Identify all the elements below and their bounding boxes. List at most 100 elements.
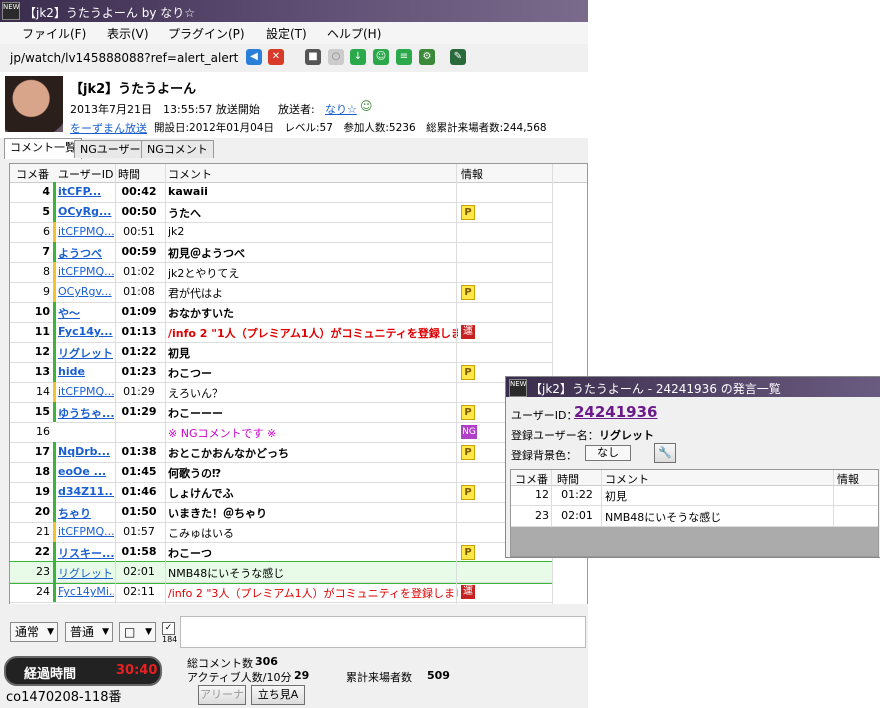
bg-color-label: 登録背景色： [511, 449, 577, 462]
table-row[interactable]: 8 itCFPMQ... 01:02 jk2とやりてえ [10, 262, 552, 283]
table-row[interactable]: 20 ちゃり 01:50 いまきた！＠ちゃり [10, 502, 552, 523]
col-info[interactable]: 情報 [461, 166, 483, 182]
tab-ng-users[interactable]: NGユーザー [74, 140, 147, 158]
table-row[interactable]: 23 リグレット 02:01 NMB48にいそうな感じ [10, 561, 553, 584]
users-icon[interactable]: ☺ [373, 49, 389, 65]
table-row[interactable]: 19 d34Z11... 01:46 しょけんでふ P [10, 482, 552, 503]
connect-icon[interactable]: ◀ [246, 49, 262, 65]
list-icon[interactable]: ≡ [396, 49, 412, 65]
cell-user-id[interactable]: ようつべ [58, 245, 114, 261]
cell-user-id[interactable]: ちゃり [58, 505, 114, 521]
cell-comment: jk2とやりてえ [168, 267, 240, 280]
comment-input[interactable] [180, 616, 586, 648]
smile-icon: ☺ [360, 99, 373, 113]
tab-comments[interactable]: コメント一覧 [4, 138, 82, 159]
table-row[interactable]: 16 ※ NGコメントです ※ NG [10, 422, 552, 443]
cell-user-id[interactable]: OCyRgv... [58, 285, 114, 298]
table-row[interactable]: 18 eoOe ... 01:45 何歌うの⁉ [10, 462, 552, 483]
menu-help[interactable]: ヘルプ(H) [327, 25, 381, 42]
menu-view[interactable]: 表示(V) [107, 25, 149, 42]
cell-user-id[interactable]: itCFPMQ... [58, 525, 114, 538]
settings-icon[interactable]: ⚙ [419, 49, 435, 65]
side-cell-comment: 初見 [605, 490, 627, 503]
table-row[interactable]: 13 hide 01:23 わこつー P [10, 362, 552, 383]
cell-user-id[interactable]: ゆうちゃ... [58, 405, 114, 421]
table-row[interactable]: 12 リグレット 01:22 初見 [10, 342, 552, 363]
bg-color-field[interactable]: なし [585, 445, 631, 461]
cell-user-id[interactable]: Fyc14y... [58, 325, 114, 338]
cell-user-id[interactable]: hide [58, 365, 114, 378]
app-icon: NEW [509, 379, 527, 397]
cell-comment: うたへ [168, 207, 201, 220]
user-color-bar [53, 202, 56, 222]
arena-button[interactable]: アリーナ [198, 685, 246, 705]
cell-comment: /info 2 "1人（プレミアム1人）がコミュニティを登録しました。" [168, 327, 458, 340]
cell-user-id[interactable]: eoOe ... [58, 465, 114, 478]
grid-header: コメ番 ユーザーID 時間 コメント 情報 [10, 164, 587, 183]
user-color-bar [53, 522, 56, 542]
col-comment[interactable]: コメント [168, 166, 212, 182]
tab-ng-comments[interactable]: NGコメント [141, 140, 214, 158]
table-row[interactable]: 17 NqDrb... 01:38 おとこかおんなかどっち P [10, 442, 552, 463]
camera-icon[interactable]: ■ [305, 49, 321, 65]
anonymous-checkbox[interactable]: ✓ [162, 622, 175, 635]
cell-comment-no: 17 [34, 445, 50, 458]
table-row[interactable]: 6 itCFPMQ... 00:51 jk2 [10, 222, 552, 243]
mode-select[interactable]: 通常 ▼ [10, 622, 58, 642]
disconnect-icon[interactable]: ✕ [268, 49, 284, 65]
col-user[interactable]: ユーザーID [58, 166, 114, 182]
plugin-icon[interactable]: ✎ [450, 49, 466, 65]
cell-comment-no: 18 [34, 465, 50, 478]
user-color-bar [53, 562, 56, 582]
menu-plugin[interactable]: プラグイン(P) [168, 25, 245, 42]
table-row[interactable]: 10 や～ 01:09 おなかすいた [10, 302, 552, 323]
cell-user-id[interactable]: d34Z11... [58, 485, 114, 498]
broadcast-info: 【jk2】うたうよーん 2013年7月21日 13:55:57 放送開始 放送者… [0, 72, 588, 138]
total-comments: 306 [255, 655, 278, 668]
color-select[interactable]: □ ▼ [119, 622, 156, 642]
table-row[interactable]: 22 リスキー... 01:58 わこーつ P [10, 542, 552, 563]
table-row[interactable]: 24 Fyc14yMi... 02:11/info 2 "3人（プレミアム1人）がコ… [10, 582, 552, 603]
table-row[interactable]: 11 Fyc14y... 01:13/info 2 "1人（プレミアム1人）がコミュ… [10, 322, 552, 343]
wrench-icon[interactable]: 🔧 [654, 443, 676, 463]
user-id-link[interactable]: 24241936 [574, 403, 658, 421]
menu-file[interactable]: ファイル(F) [22, 25, 86, 42]
col-no[interactable]: コメ番 [16, 166, 49, 182]
table-row[interactable]: 5 OCyRg... 00:50 うたへ P [10, 202, 552, 223]
standing-button[interactable]: 立ち見A [251, 685, 305, 705]
cell-user-id[interactable]: リグレット [58, 345, 114, 361]
comment-grid: コメ番 ユーザーID 時間 コメント 情報 4 itCFP... 00:42 kawa… [9, 163, 588, 605]
url-field[interactable]: jp/watch/lv145888088?ref=alert_alert [10, 51, 238, 65]
cell-comment-no: 15 [34, 405, 50, 418]
table-row[interactable]: 14 itCFPMQ... 01:29 えろいん？ [10, 382, 552, 403]
table-row[interactable]: 15 ゆうちゃ... 01:29 わこーーー P [10, 402, 552, 423]
cell-comment-no: 8 [43, 265, 50, 278]
cell-user-id[interactable]: OCyRg... [58, 205, 114, 218]
cell-comment: えろいん？ [168, 387, 223, 400]
cell-user-id[interactable]: NqDrb... [58, 445, 114, 458]
cell-user-id[interactable]: リグレット [58, 565, 114, 581]
table-row[interactable]: 9 OCyRgv... 01:08 君が代はよ P [10, 282, 552, 303]
table-row[interactable]: 4 itCFP... 00:42 kawaii [10, 182, 552, 203]
cell-comment: わこーーー [168, 407, 223, 420]
disabled-icon[interactable]: ○ [328, 49, 344, 65]
cell-user-id[interactable]: リスキー... [58, 545, 114, 561]
table-row[interactable]: 7 ようつべ 00:59 初見＠ようつべ [10, 242, 552, 263]
cell-user-id[interactable]: itCFP... [58, 185, 114, 198]
broadcaster-link[interactable]: なり☆ [325, 101, 357, 117]
cell-user-id[interactable]: や～ [58, 305, 114, 321]
side-grid-header: コメ番 時間 コメント 情報 [511, 470, 878, 486]
cell-user-id[interactable]: itCFPMQ... [58, 385, 114, 398]
address-bar: jp/watch/lv145888088?ref=alert_alert ◀ ✕… [0, 44, 588, 73]
community-link[interactable]: をーずまん放送 [70, 120, 147, 136]
cell-user-id[interactable]: itCFPMQ... [58, 265, 114, 278]
table-row[interactable]: 12 01:22 初見 [511, 485, 878, 506]
size-select[interactable]: 普通 ▼ [65, 622, 113, 642]
table-row[interactable]: 23 02:01 NMB48にいそうな感じ [511, 506, 878, 527]
cell-user-id[interactable]: itCFPMQ... [58, 225, 114, 238]
table-row[interactable]: 21 itCFPMQ... 01:57 こみゅはいる [10, 522, 552, 543]
download-icon[interactable]: ↓ [350, 49, 366, 65]
col-time[interactable]: 時間 [118, 166, 140, 182]
menu-settings[interactable]: 設定(T) [266, 25, 307, 42]
cell-user-id[interactable]: Fyc14yMi... [58, 585, 114, 598]
